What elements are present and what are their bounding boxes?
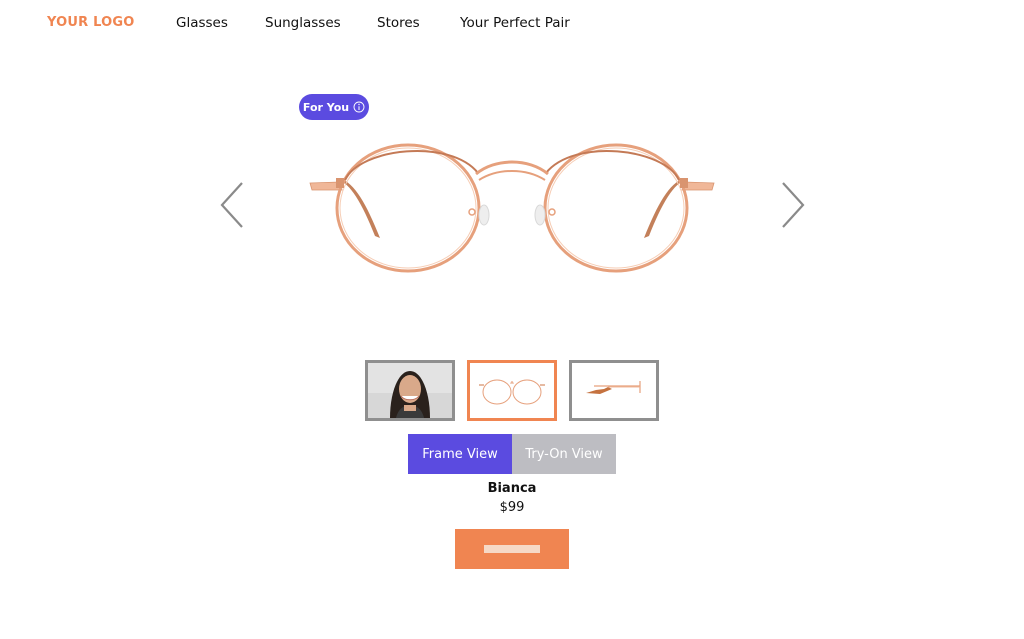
view-toggle: Frame View Try-On View [408,434,616,474]
nav-item-sunglasses[interactable]: Sunglasses [265,15,341,31]
product-image-front [300,128,724,288]
page: YOUR LOGO Glasses Sunglasses Stores Your… [0,0,1024,639]
thumbnail-model-photo[interactable] [365,360,455,421]
product-name: Bianca [487,481,537,496]
product-price: $99 [499,500,525,515]
nav-item-your-perfect-pair[interactable]: Your Perfect Pair [460,15,570,31]
chevron-right-icon[interactable] [777,180,807,230]
nav-item-glasses[interactable]: Glasses [176,15,228,31]
nav-item-stores[interactable]: Stores [377,15,420,31]
chevron-left-icon[interactable] [218,180,248,230]
button-label-placeholder [484,545,540,553]
try-on-view-button[interactable]: Try-On View [512,434,616,474]
logo[interactable]: YOUR LOGO [47,15,135,31]
add-to-cart-button[interactable] [455,529,569,569]
for-you-label: For You [302,100,350,114]
thumbnail-side-view[interactable] [569,360,659,421]
info-icon[interactable] [353,101,365,113]
for-you-badge[interactable]: For You [299,94,369,120]
thumbnail-front-view[interactable] [467,360,557,421]
frame-view-button[interactable]: Frame View [408,434,512,474]
